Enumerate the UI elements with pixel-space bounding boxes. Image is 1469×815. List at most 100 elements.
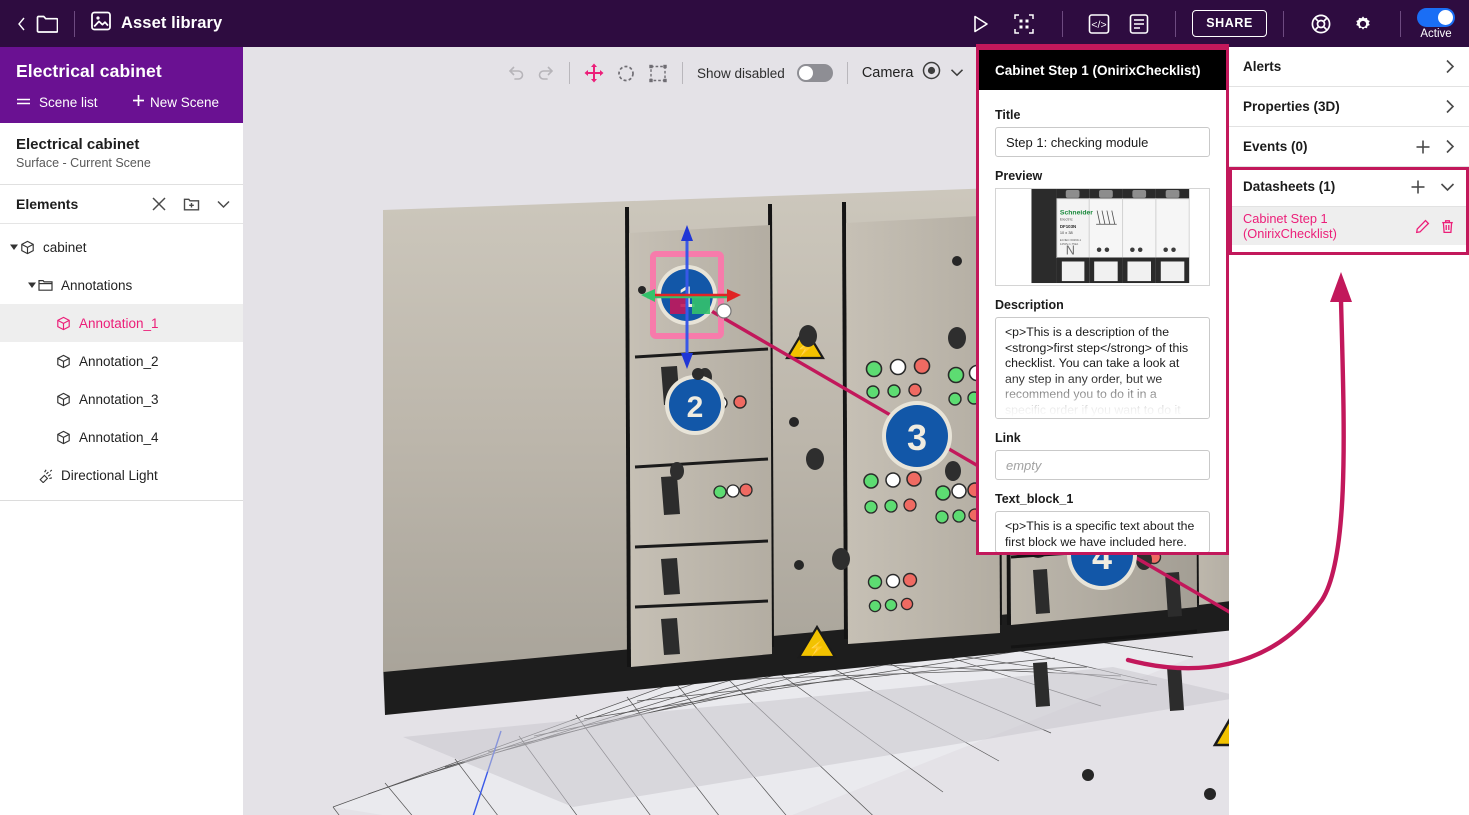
svg-text:</>: </> (1092, 19, 1107, 31)
qr-code-icon[interactable] (1002, 13, 1046, 35)
panel-section-label: Alerts (1243, 59, 1282, 74)
new-scene-label: New Scene (149, 94, 219, 110)
share-button[interactable]: SHARE (1192, 10, 1267, 37)
tree-item-annotation-1[interactable]: Annotation_1 (0, 304, 243, 342)
chevron-down-icon[interactable] (1440, 182, 1455, 192)
tree-item-annotations[interactable]: Annotations (0, 266, 243, 304)
chevron-right-icon[interactable] (1445, 59, 1455, 74)
scene-list-label: Scene list (39, 94, 98, 110)
gear-icon[interactable] (1342, 13, 1384, 35)
camera-dropdown[interactable]: Camera (862, 61, 965, 85)
toolbar-divider-2 (1062, 10, 1064, 37)
light-icon (38, 468, 53, 483)
svg-text:10 x 38: 10 x 38 (1060, 230, 1073, 235)
current-scene-info[interactable]: Electrical cabinet Surface - Current Sce… (0, 123, 243, 185)
show-disabled-toggle[interactable] (796, 64, 833, 82)
panel-section-datasheets-1[interactable]: Datasheets (1) (1229, 167, 1469, 207)
new-folder-icon[interactable] (183, 196, 200, 212)
new-scene-button[interactable]: New Scene (132, 94, 219, 110)
cube-icon (20, 240, 35, 255)
camera-label: Camera (861, 65, 914, 81)
panel-section-label: Datasheets (1) (1243, 179, 1336, 194)
pencil-icon[interactable] (1415, 219, 1430, 234)
active-toggle-switch[interactable] (1417, 7, 1455, 27)
tree-item-directional-light[interactable]: Directional Light (0, 456, 243, 494)
back-icon[interactable] (12, 17, 30, 31)
chevron-right-icon[interactable] (1445, 99, 1455, 114)
toolbar-divider-3 (1175, 10, 1177, 37)
toggle-knob (1438, 9, 1453, 25)
svg-text:2: 2 (687, 391, 704, 424)
viewport-toolbar-divider-2 (682, 62, 683, 84)
add-icon[interactable] (1415, 139, 1431, 155)
play-icon[interactable] (958, 13, 1002, 35)
text-block-field-label: Text_block_1 (995, 492, 1074, 506)
code-icon[interactable]: </> (1079, 13, 1119, 35)
breaker-product-photo: Schneider Electric DF103N 10 x 38 EC/IEC… (996, 189, 1209, 285)
lifebuoy-icon[interactable] (1300, 13, 1342, 35)
cube-icon (56, 316, 71, 331)
plus-icon (132, 94, 145, 110)
chevron-down-icon[interactable] (950, 64, 964, 82)
panel-section-label: Properties (3D) (1243, 99, 1340, 114)
text-block-textarea[interactable]: <p>This is a specific text about the fir… (995, 511, 1210, 552)
panel-section-events-0[interactable]: Events (0) (1229, 127, 1469, 167)
active-toggle[interactable]: Active (1417, 7, 1455, 40)
folder-icon (38, 278, 53, 292)
preview-image[interactable]: Schneider Electric DF103N 10 x 38 EC/IEC… (995, 188, 1210, 286)
target-icon (922, 61, 941, 85)
add-icon[interactable] (1410, 179, 1426, 195)
collapse-all-icon[interactable] (151, 196, 167, 212)
panel-section-properties-3d[interactable]: Properties (3D) (1229, 87, 1469, 127)
svg-text:Electric: Electric (1060, 216, 1073, 221)
folder-icon[interactable] (36, 14, 58, 33)
undo-icon[interactable] (507, 65, 525, 81)
panel-section-actions (1445, 59, 1455, 74)
active-toggle-label: Active (1420, 27, 1452, 40)
trash-icon[interactable] (1440, 219, 1455, 234)
tree-item-annotation-3[interactable]: Annotation_3 (0, 380, 243, 418)
cube-icon (56, 430, 71, 445)
title-input[interactable]: Step 1: checking module (995, 127, 1210, 157)
rotate-tool-icon[interactable] (616, 63, 636, 83)
description-textarea[interactable]: <p>This is a description of the <strong>… (995, 317, 1210, 419)
redo-icon[interactable] (537, 65, 555, 81)
viewport-toolbar-divider-1 (569, 62, 570, 84)
sidebar-header: Electrical cabinet Scene list New Scene (0, 47, 243, 123)
description-value: <p>This is a description of the <strong>… (1005, 325, 1189, 417)
tree-caret-icon[interactable] (26, 280, 38, 290)
svg-text:⚡: ⚡ (808, 639, 827, 657)
description-field-label: Description (995, 298, 1064, 312)
topbar-actions: </> SHARE (958, 10, 1417, 37)
top-bar: Asset library </> SHARE Active (0, 0, 1469, 47)
modal-body: Title Step 1: checking module Preview Sc… (979, 90, 1226, 552)
chevron-down-icon[interactable] (216, 199, 231, 209)
panel-section-alerts[interactable]: Alerts (1229, 47, 1469, 87)
document-icon[interactable] (1119, 13, 1159, 35)
asset-library-label: Asset library (121, 14, 223, 32)
datasheet-item-actions (1415, 219, 1455, 234)
tree-item-label: Directional Light (61, 467, 158, 483)
tree-caret-icon[interactable] (8, 242, 20, 252)
tree-item-label: Annotations (61, 277, 133, 293)
tree-item-annotation-2[interactable]: Annotation_2 (0, 342, 243, 380)
tree-item-cabinet[interactable]: cabinet (0, 228, 243, 266)
link-input[interactable]: empty (995, 450, 1210, 480)
sidebar-header-actions: Scene list New Scene (16, 94, 227, 110)
move-tool-icon[interactable] (584, 63, 604, 83)
scale-tool-icon[interactable] (648, 63, 668, 83)
cube-icon (56, 392, 71, 407)
panel-section-actions (1415, 139, 1455, 155)
toggle-knob (798, 66, 813, 80)
scene-list-button[interactable]: Scene list (16, 95, 98, 110)
tree-item-annotation-4[interactable]: Annotation_4 (0, 418, 243, 456)
asset-library-button[interactable]: Asset library (91, 11, 222, 36)
chevron-right-icon[interactable] (1445, 139, 1455, 154)
datasheet-list-item[interactable]: Cabinet Step 1 (OnirixChecklist) (1229, 207, 1469, 245)
link-field-label: Link (995, 431, 1021, 445)
show-disabled-control[interactable]: Show disabled (697, 64, 833, 82)
tree-item-label: Annotation_3 (79, 391, 159, 407)
annotation-marker-2: 2 (665, 375, 725, 435)
list-icon (16, 95, 31, 110)
modal-title: Cabinet Step 1 (OnirixChecklist) (979, 50, 1226, 90)
